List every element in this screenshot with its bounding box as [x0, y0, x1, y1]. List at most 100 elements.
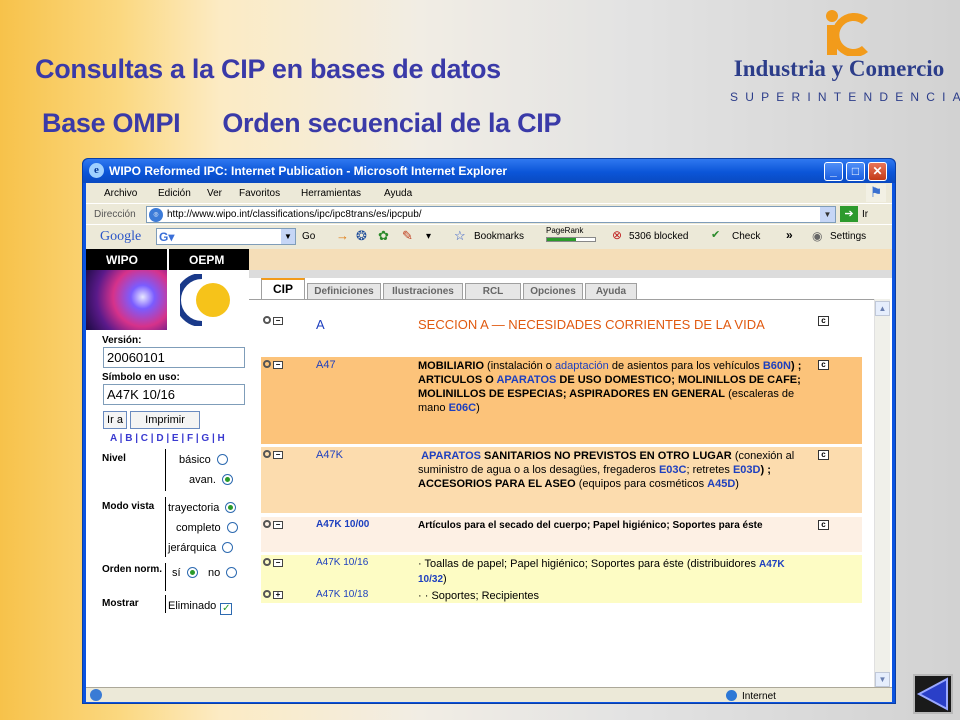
- window-titlebar[interactable]: e WIPO Reformed IPC: Internet Publicatio…: [83, 159, 895, 183]
- t[interactable]: E03D: [733, 464, 761, 476]
- settings-icon[interactable]: ◉: [812, 229, 822, 243]
- google-search-input[interactable]: G▾ ▼: [156, 228, 296, 245]
- option-complete[interactable]: completo: [176, 522, 238, 534]
- entry-symbol[interactable]: A: [316, 317, 325, 332]
- tab-opciones[interactable]: Opciones: [523, 283, 583, 300]
- tab-definiciones[interactable]: Definiciones: [307, 283, 381, 300]
- t[interactable]: APARATOS: [421, 450, 481, 462]
- mostrar-label: Mostrar: [102, 598, 139, 609]
- vertical-scrollbar[interactable]: ▲ ▼: [874, 299, 890, 687]
- tab-cip[interactable]: CIP: [261, 278, 305, 300]
- entry-symbol[interactable]: A47K 10/18: [316, 589, 368, 600]
- option-orden-no[interactable]: no: [208, 567, 238, 579]
- go-label[interactable]: Ir: [862, 209, 868, 220]
- dropdown-icon[interactable]: ▾: [426, 231, 431, 242]
- more-chevron[interactable]: »: [786, 228, 793, 242]
- left-panel: WIPO OEPM Versión: 20060101 Símbolo en u…: [86, 249, 249, 687]
- go-to-button[interactable]: Ir a: [103, 411, 127, 429]
- orden-no-radio[interactable]: [226, 567, 238, 578]
- entry-title: APARATOS SANITARIOS NO PREVISTOS EN OTRO…: [418, 449, 813, 491]
- check-icon[interactable]: ✔: [711, 228, 720, 241]
- oepm-link[interactable]: OEPM: [189, 253, 224, 267]
- option-removed[interactable]: Eliminado ✓: [168, 600, 233, 615]
- option-basic[interactable]: básico: [179, 454, 228, 466]
- menu-herramientas[interactable]: Herramientas: [301, 188, 361, 199]
- t[interactable]: B60N: [763, 360, 791, 372]
- option-advanced[interactable]: avan.: [189, 474, 233, 486]
- tab-ayuda[interactable]: Ayuda: [585, 283, 637, 300]
- menu-archivo[interactable]: Archivo: [104, 188, 137, 199]
- advanced-radio[interactable]: [221, 474, 233, 485]
- logo-subtitle: SUPERINTENDENCIA: [730, 90, 960, 104]
- copy-icon[interactable]: c: [818, 450, 829, 460]
- t[interactable]: adaptación: [555, 360, 609, 372]
- sic-emblem-icon: [826, 10, 868, 56]
- wipo-link[interactable]: WIPO: [106, 253, 138, 267]
- globe-icon: [726, 690, 737, 701]
- star-icon[interactable]: ☆: [454, 228, 466, 244]
- option-trajectory[interactable]: trayectoria: [168, 502, 237, 514]
- entry-symbol[interactable]: A47K 10/16: [316, 557, 368, 568]
- section-letters[interactable]: A | B | C | D | E | F | G | H: [110, 433, 225, 444]
- menu-favoritos[interactable]: Favoritos: [239, 188, 280, 199]
- t[interactable]: E06C: [449, 402, 477, 414]
- minimize-button[interactable]: _: [824, 162, 843, 181]
- google-dropdown-icon[interactable]: ▼: [281, 229, 295, 244]
- close-button[interactable]: ✕: [868, 162, 887, 181]
- pen-icon[interactable]: ✎: [402, 228, 413, 244]
- version-field[interactable]: 20060101: [103, 347, 245, 368]
- google-toolbar: Google G▾ ▼ Go → ❂ ✿ ✎ ▾ ☆ Bookmarks Pag…: [86, 224, 892, 248]
- scroll-up-icon[interactable]: ▲: [875, 301, 890, 316]
- address-bar: Dirección ◎ http://www.wipo.int/classifi…: [86, 203, 892, 224]
- blocked-count[interactable]: 5306 blocked: [629, 231, 689, 242]
- address-label: Dirección: [94, 209, 136, 220]
- google-logo-text: Google: [100, 229, 142, 244]
- expand-icon[interactable]: −: [263, 558, 285, 568]
- hierarchical-radio[interactable]: [222, 542, 234, 553]
- expand-icon[interactable]: −: [263, 520, 285, 530]
- print-button[interactable]: Imprimir: [130, 411, 200, 429]
- menu-edicion[interactable]: Edición: [158, 188, 191, 199]
- copy-icon[interactable]: c: [818, 360, 829, 370]
- check-button[interactable]: Check: [732, 231, 760, 242]
- go-arrow-icon[interactable]: ➔: [840, 206, 858, 222]
- spell-icon[interactable]: ✿: [378, 228, 389, 244]
- page-icon: ◎: [149, 208, 163, 222]
- tab-rcl[interactable]: RCL: [465, 283, 521, 300]
- removed-checkbox[interactable]: ✓: [220, 603, 233, 615]
- copy-icon[interactable]: c: [818, 316, 829, 326]
- symbol-field[interactable]: A47K 10/16: [103, 384, 245, 405]
- trajectory-radio[interactable]: [225, 502, 237, 513]
- entry-symbol[interactable]: A47K 10/00: [316, 519, 369, 530]
- arrow-icon[interactable]: →: [336, 228, 349, 243]
- popup-blocker-icon[interactable]: ⊗: [612, 228, 622, 242]
- expand-icon[interactable]: +: [263, 590, 285, 600]
- bookmarks-button[interactable]: Bookmarks: [474, 231, 524, 242]
- expand-icon[interactable]: −: [263, 316, 285, 326]
- basic-radio[interactable]: [216, 454, 228, 465]
- menu-ver[interactable]: Ver: [207, 188, 222, 199]
- option-orden-yes[interactable]: sí: [172, 567, 198, 579]
- option-hierarchical[interactable]: jerárquica: [168, 542, 234, 554]
- previous-slide-button[interactable]: [913, 674, 953, 714]
- menu-ayuda[interactable]: Ayuda: [384, 188, 412, 199]
- t[interactable]: APARATOS: [496, 374, 556, 386]
- right-panel: CIP Definiciones Ilustraciones RCL Opcio…: [249, 249, 892, 687]
- t[interactable]: A45D: [707, 478, 735, 490]
- expand-icon[interactable]: −: [263, 450, 285, 460]
- google-go[interactable]: Go: [302, 231, 315, 242]
- complete-radio[interactable]: [226, 522, 238, 533]
- address-input[interactable]: ◎ http://www.wipo.int/classifications/ip…: [146, 206, 836, 223]
- entry-symbol[interactable]: A47: [316, 359, 336, 371]
- scroll-down-icon[interactable]: ▼: [875, 672, 890, 687]
- settings-button[interactable]: Settings: [830, 231, 866, 242]
- address-dropdown-icon[interactable]: ▼: [820, 207, 835, 222]
- t[interactable]: E03C: [659, 464, 687, 476]
- maximize-button[interactable]: □: [846, 162, 865, 181]
- orden-yes-radio[interactable]: [186, 567, 198, 578]
- expand-icon[interactable]: −: [263, 360, 285, 370]
- tab-ilustraciones[interactable]: Ilustraciones: [383, 283, 463, 300]
- globe-icon[interactable]: ❂: [356, 228, 367, 244]
- copy-icon[interactable]: c: [818, 520, 829, 530]
- entry-symbol[interactable]: A47K: [316, 449, 343, 461]
